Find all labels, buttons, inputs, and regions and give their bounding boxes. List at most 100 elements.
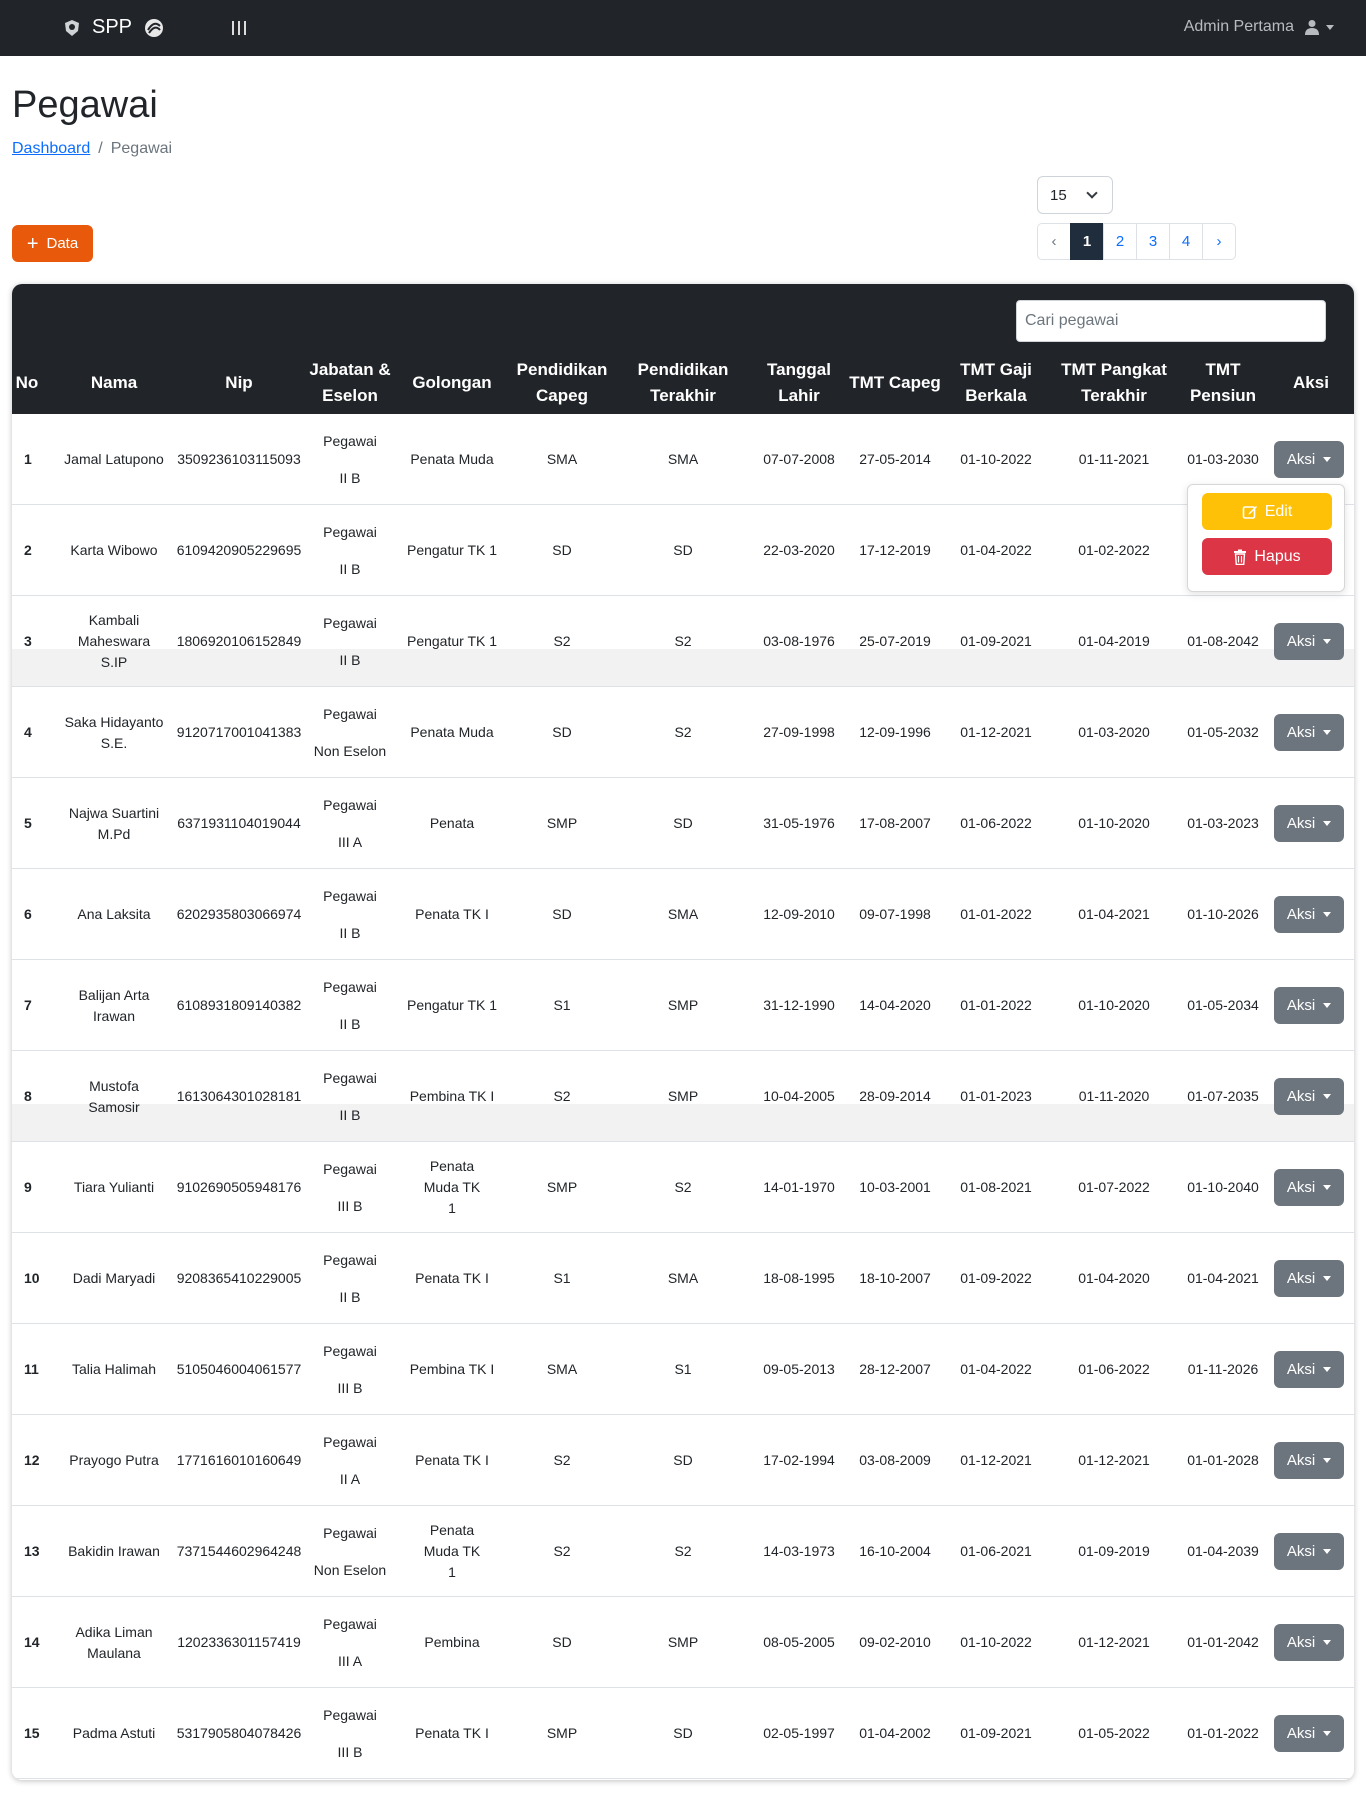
aksi-button[interactable]: Aksi [1274, 714, 1344, 751]
cell-pendidikan-capeg: SD [552, 1634, 572, 1650]
table-row: 13 Bakidin Irawan 7371544602964248 Penata M… [12, 1506, 1354, 1597]
cell-tmt-pensiun: 01-01-2022 [1187, 1725, 1259, 1741]
add-data-button[interactable]: + Data [12, 225, 93, 262]
col-nip: Nip [225, 373, 253, 392]
cell-tmt-pensiun: 01-05-2034 [1187, 997, 1259, 1013]
aksi-button[interactable]: Aksi [1274, 1442, 1344, 1479]
caret-down-icon [1323, 457, 1332, 462]
cell-tanggal-lahir: 18-08-1995 [763, 1270, 835, 1286]
caret-down-icon [1323, 1003, 1332, 1008]
eselon-text: II B [339, 1288, 361, 1305]
aksi-button[interactable]: Aksi [1274, 987, 1344, 1024]
cell-nama: Prayogo Putra [69, 1452, 159, 1468]
hapus-button[interactable]: Hapus [1202, 538, 1332, 575]
cell-golongan: Penata TK I [415, 1452, 489, 1468]
cell-tmt-pensiun: 01-01-2042 [1187, 1634, 1259, 1650]
cell-nip: 5105046004061577 [176, 1361, 302, 1377]
per-page-select[interactable]: 15 [1037, 176, 1113, 214]
cell-golongan: Pembina TK I [409, 1361, 495, 1377]
table-row: 8 Mustofa Samosir 1613064301028181 Pembina … [12, 1051, 1354, 1142]
cell-tmt-capeg: 17-12-2019 [859, 542, 931, 558]
cell-nip: 6202935803066974 [176, 906, 302, 922]
sidebar-toggle-icon[interactable] [232, 21, 246, 35]
caret-down-icon [1323, 1458, 1332, 1463]
aksi-label: Aksi [1286, 1179, 1316, 1196]
cell-tmt-pangkat-terakhir: 01-02-2022 [1078, 542, 1150, 558]
cell-jabatan-eselon: Pegawai III B [304, 1142, 396, 1233]
pagination-next[interactable]: › [1202, 223, 1236, 260]
cell-pendidikan-capeg: S2 [553, 633, 571, 649]
cell-tmt-gaji-berkala: 01-10-2022 [960, 451, 1032, 467]
col-jabatan: Jabatan & Eselon [309, 360, 391, 405]
pagination-page[interactable]: 1 [1070, 223, 1104, 260]
cell-golongan: Penata TK I [415, 906, 489, 922]
cell-jabatan-eselon: Pegawai II B [304, 596, 396, 687]
table-row: 1 Jamal Latupono 3509236103115093 Penata Mu… [12, 414, 1354, 505]
aksi-button[interactable]: Aksi [1274, 1533, 1344, 1570]
edit-button[interactable]: Edit [1202, 493, 1332, 530]
aksi-button[interactable]: Aksi [1274, 896, 1344, 933]
cell-tanggal-lahir: 27-09-1998 [763, 724, 835, 740]
cell-tmt-pensiun: 01-04-2039 [1187, 1543, 1259, 1559]
aksi-button[interactable]: Aksi [1274, 623, 1344, 660]
cell-tmt-capeg: 01-04-2002 [859, 1725, 931, 1741]
cell-tmt-pangkat-terakhir: 01-10-2020 [1078, 997, 1150, 1013]
cell-no: 7 [24, 997, 32, 1013]
cell-tmt-capeg: 25-07-2019 [859, 633, 931, 649]
breadcrumb-dashboard-link[interactable]: Dashboard [12, 140, 90, 158]
caret-down-icon [1323, 1640, 1332, 1645]
cell-tmt-gaji-berkala: 01-06-2022 [960, 815, 1032, 831]
search-input[interactable] [1016, 300, 1326, 342]
aksi-button[interactable]: Aksi [1274, 1260, 1344, 1297]
cell-nip: 9102690505948176 [176, 1179, 302, 1195]
cell-tanggal-lahir: 08-05-2005 [763, 1634, 835, 1650]
table-row: 3 Kambali Maheswara S.IP 1806920106152849 P… [12, 596, 1354, 687]
user-menu[interactable]: Admin Pertama [1184, 18, 1334, 36]
aksi-button[interactable]: Aksi [1274, 805, 1344, 842]
aksi-label: Aksi [1286, 1270, 1316, 1287]
aksi-button[interactable]: Aksi [1274, 1715, 1344, 1752]
aksi-button[interactable]: Aksi [1274, 441, 1344, 478]
cell-tmt-pangkat-terakhir: 01-04-2021 [1078, 906, 1150, 922]
aksi-dropdown-menu: Edit Hapus [1187, 484, 1345, 592]
cell-jabatan-eselon: Pegawai III A [304, 778, 396, 869]
cell-tanggal-lahir: 31-12-1990 [763, 997, 835, 1013]
eselon-text: III B [337, 1197, 363, 1214]
aksi-label: Aksi [1286, 1634, 1316, 1651]
cell-tmt-capeg: 17-08-2007 [859, 815, 931, 831]
pagination-page[interactable]: 2 [1103, 223, 1137, 260]
pagination-page[interactable]: 4 [1169, 223, 1203, 260]
jabatan-text: Pegawai [323, 796, 377, 813]
brand[interactable]: SPP [62, 16, 164, 39]
aksi-button[interactable]: Aksi [1274, 1624, 1344, 1661]
pagination-page[interactable]: 3 [1136, 223, 1170, 260]
eselon-text: III A [337, 833, 363, 850]
cell-tmt-pensiun: 01-04-2021 [1187, 1270, 1259, 1286]
cell-tmt-pangkat-terakhir: 01-11-2020 [1078, 1088, 1150, 1104]
cell-nip: 7371544602964248 [176, 1543, 302, 1559]
cell-no: 13 [24, 1543, 40, 1559]
cell-nama: Jamal Latupono [64, 451, 164, 467]
table-row: 6 Ana Laksita 6202935803066974 Penata TK I S… [12, 869, 1354, 960]
jabatan-text: Pegawai [323, 614, 377, 631]
cell-nip: 6371931104019044 [177, 815, 301, 831]
cell-tmt-gaji-berkala: 01-04-2022 [960, 1361, 1032, 1377]
edit-icon [1242, 505, 1257, 519]
cell-pendidikan-capeg: SD [552, 906, 572, 922]
cell-tmt-capeg: 28-09-2014 [859, 1088, 931, 1104]
cell-pendidikan-terakhir: S2 [674, 1543, 692, 1559]
cell-golongan: Pembina [424, 1634, 480, 1650]
aksi-label: Aksi [1286, 815, 1316, 832]
aksi-label: Aksi [1286, 1725, 1316, 1742]
cell-no: 15 [24, 1725, 40, 1741]
col-pendidikan-terakhir: Pendidikan Terakhir [637, 360, 729, 405]
aksi-button[interactable]: Aksi [1274, 1351, 1344, 1388]
table-row: 2 Karta Wibowo 6109420905229695 Pengatur TK… [12, 505, 1354, 596]
aksi-button[interactable]: Aksi [1274, 1169, 1344, 1206]
pagination-prev[interactable]: ‹ [1037, 223, 1071, 260]
aksi-label: Aksi [1286, 906, 1316, 923]
aksi-button[interactable]: Aksi [1274, 1078, 1344, 1115]
cell-nip: 6108931809140382 [176, 997, 302, 1013]
cell-tanggal-lahir: 31-05-1976 [763, 815, 835, 831]
ministry-logo-icon [145, 18, 164, 37]
